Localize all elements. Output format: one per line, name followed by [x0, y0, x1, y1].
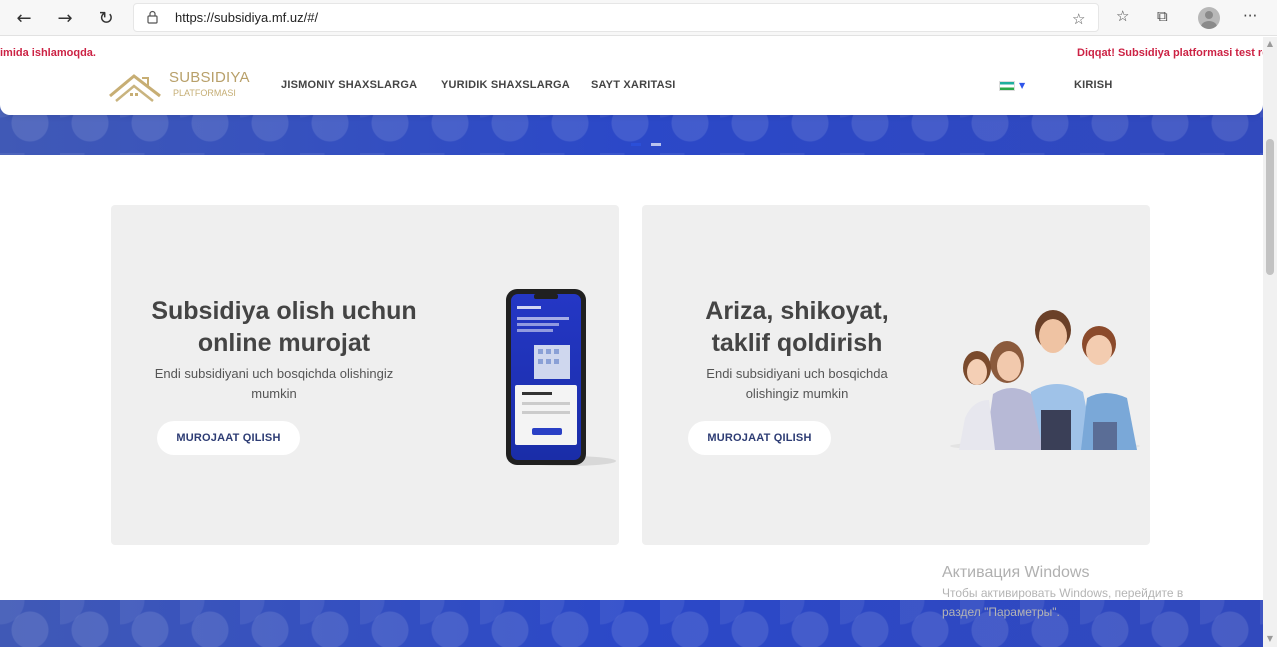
card-text-line: Endi subsidiyani uch bosqichda: [706, 366, 888, 381]
back-icon[interactable]: ←: [11, 6, 37, 30]
page-scrollbar[interactable]: ▲ ▼: [1263, 37, 1277, 647]
collections-icon[interactable]: ⧉: [1157, 7, 1168, 25]
apply-button[interactable]: MUROJAAT QILISH: [157, 421, 300, 455]
lock-icon: [147, 10, 158, 24]
house-logo-icon: [109, 74, 161, 102]
scroll-down-icon[interactable]: ▼: [1266, 634, 1274, 643]
card-title: Subsidiya olish uchun online murojat: [134, 295, 434, 359]
card-text-line: olishingiz mumkin: [745, 386, 849, 401]
nav-item-legal-entities[interactable]: YURIDIK SHAXSLARGA: [441, 79, 570, 91]
favorites-icon[interactable]: ☆: [1116, 7, 1129, 25]
slider-dot-active[interactable]: [631, 143, 641, 146]
forward-icon[interactable]: →: [52, 6, 78, 30]
windows-activation-line: Чтобы активировать Windows, перейдите в: [942, 586, 1184, 600]
card-text-line: mumkin: [251, 386, 297, 401]
windows-activation-title: Активация Windows: [942, 564, 1090, 581]
slider-dot[interactable]: [651, 143, 661, 146]
windows-activation-line: раздел "Параметры".: [942, 605, 1060, 619]
scrollbar-thumb[interactable]: [1266, 139, 1274, 275]
smartphone-image: [506, 289, 616, 466]
favorite-add-icon[interactable]: ☆: [1072, 10, 1085, 28]
card-text-line: Endi subsidiyani uch bosqichda olishingi…: [154, 366, 394, 381]
page-viewport: imida ishlamoqda. Diqqat! Subsidiya plat…: [0, 37, 1263, 647]
login-link[interactable]: KIRISH: [1074, 79, 1112, 91]
family-photo: [945, 300, 1150, 451]
family-image: [950, 310, 1140, 451]
browser-toolbar: ← → ↻ https://subsidiya.mf.uz/#/ ☆ ☆ ⧉ ·…: [0, 0, 1277, 36]
logo-subtitle: PLATFORMASI: [173, 88, 236, 98]
card-title-line: taklif qoldirish: [711, 329, 883, 357]
nav-item-individuals[interactable]: JISMONIY SHAXSLARGA: [281, 79, 417, 91]
language-dropdown-icon[interactable]: ▼: [1019, 81, 1025, 90]
phone-illustration: [498, 287, 619, 467]
online-application-card: Subsidiya olish uchun online murojat End…: [111, 205, 619, 545]
uzbekistan-flag-icon[interactable]: [999, 81, 1015, 91]
site-logo[interactable]: SUBSIDIYA PLATFORMASI: [108, 68, 258, 104]
nav-item-sitemap[interactable]: SAYT XARITASI: [591, 79, 676, 91]
card-title-line: Ariza, shikoyat,: [705, 297, 889, 325]
card-title-line: Subsidiya olish uchun: [151, 297, 417, 325]
card-description: Endi subsidiyani uch bosqichda olishingi…: [124, 364, 424, 404]
ticker-text-right: Diqqat! Subsidiya platformasi test rejim…: [1077, 47, 1263, 59]
reload-icon[interactable]: ↻: [93, 6, 119, 30]
more-menu-icon[interactable]: ···: [1243, 7, 1257, 25]
card-title-line: online murojat: [197, 329, 371, 357]
scroll-up-icon[interactable]: ▲: [1266, 39, 1274, 48]
ticker-text-left: imida ishlamoqda.: [0, 47, 96, 59]
feedback-card: Ariza, shikoyat, taklif qoldirish Endi s…: [642, 205, 1150, 545]
site-header: imida ishlamoqda. Diqqat! Subsidiya plat…: [0, 37, 1263, 115]
logo-title: SUBSIDIYA: [169, 69, 250, 86]
card-title: Ariza, shikoyat, taklif qoldirish: [647, 295, 947, 359]
address-bar[interactable]: https://subsidiya.mf.uz/#/ ☆: [133, 3, 1099, 32]
profile-avatar[interactable]: [1198, 7, 1220, 29]
url-text[interactable]: https://subsidiya.mf.uz/#/: [175, 10, 318, 25]
card-description: Endi subsidiyani uch bosqichda olishingi…: [647, 364, 947, 404]
apply-button[interactable]: MUROJAAT QILISH: [688, 421, 831, 455]
